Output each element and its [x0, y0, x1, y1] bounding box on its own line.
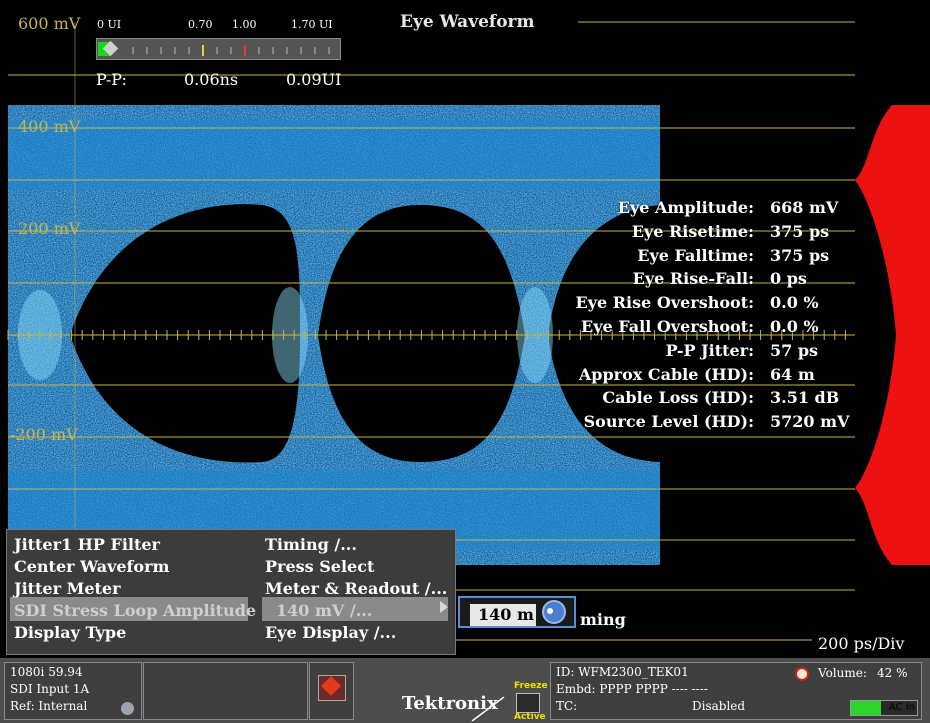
- alarm-warning-icon[interactable]: [318, 675, 346, 701]
- logo-swoosh-icon: [471, 696, 505, 722]
- readout-row: P-P Jitter: 57 ps: [560, 341, 860, 365]
- readout-row: Source Level (HD): 5720 mV: [560, 412, 860, 436]
- readout-label: Approx Cable (HD):: [578, 364, 754, 384]
- status-input: SDI Input 1A: [10, 682, 90, 696]
- readout-row: Cable Loss (HD): 3.51 dB: [560, 388, 860, 412]
- status-id: ID: WFM2300_TEK01: [556, 665, 689, 679]
- jitter-meter-bar: [96, 38, 341, 60]
- readout-label: Eye Risetime:: [631, 221, 754, 241]
- mute-icon[interactable]: [795, 667, 809, 681]
- ac-in-label: AC In: [888, 702, 915, 713]
- amplitude-histogram: [855, 105, 930, 565]
- status-led-icon: [121, 702, 134, 715]
- menu-item-value[interactable]: Press Select: [265, 557, 374, 576]
- status-empty-cell: [143, 662, 308, 720]
- timebase-label: 200 ps/Div: [818, 634, 905, 653]
- menu-item-label[interactable]: SDI Stress Loop Amplitude: [14, 601, 256, 620]
- status-embd: Embd: PPPP PPPP ---- ----: [556, 682, 708, 696]
- status-format: 1080i 59.94: [10, 665, 83, 679]
- volume-value: 42 %: [877, 666, 908, 680]
- readout-label: Eye Amplitude:: [617, 198, 754, 217]
- waveform-monitor-screen: Eye Waveform 600 mV 400 mV 200 mV -200 m…: [0, 0, 930, 723]
- status-tc-label: TC:: [556, 699, 578, 713]
- readout-value: 0 ps: [770, 269, 807, 289]
- readout-value: 375 ps: [770, 221, 830, 241]
- scale-label-200: 200 mV: [18, 219, 81, 238]
- page-title: Eye Waveform: [400, 12, 535, 32]
- menu-item-value[interactable]: Meter & Readout /...: [265, 579, 447, 598]
- scale-label-minus-200: -200 mV: [10, 425, 78, 444]
- status-tc-value: Disabled: [692, 699, 746, 713]
- jitter-meter-scale: 0 UI 0.70 1.00 1.70 UI: [96, 18, 346, 32]
- menu-item-value[interactable]: Timing /...: [265, 535, 357, 554]
- jitter-meter-ticks: [132, 45, 330, 56]
- jitter-tick-070: 0.70: [188, 18, 213, 31]
- readout-value: 375 ps: [770, 245, 830, 265]
- submenu-arrow-icon: [440, 601, 448, 613]
- readout-row: Eye Falltime: 375 ps: [560, 246, 860, 270]
- readout-label: Source Level (HD):: [583, 412, 754, 432]
- readout-label: Eye Falltime:: [637, 245, 754, 265]
- freeze-icon[interactable]: [516, 693, 540, 713]
- menu-item-label[interactable]: Display Type: [14, 623, 126, 642]
- scale-label-600: 600 mV: [18, 14, 81, 33]
- ac-in-meter: AC In: [850, 700, 918, 716]
- freeze-label: Freeze: [514, 681, 548, 691]
- volume-label: Volume:: [818, 666, 867, 680]
- timing-label-partial: ming: [580, 610, 626, 629]
- value-entry-field[interactable]: 140 m: [470, 604, 536, 626]
- jitter-tick-170: 1.70 UI: [291, 18, 333, 31]
- menu-item-label[interactable]: Center Waveform: [14, 557, 169, 576]
- readout-row: Eye Amplitude: 668 mV: [560, 198, 860, 222]
- readout-value: 668 mV: [770, 198, 839, 217]
- menu-item-value[interactable]: Eye Display /...: [265, 623, 396, 642]
- readout-label: Eye Fall Overshoot:: [581, 316, 754, 336]
- pp-ui: 0.09UI: [286, 70, 342, 89]
- readout-label: P-P Jitter:: [665, 340, 754, 360]
- readout-value: 64 m: [770, 364, 815, 384]
- readout-row: Eye Fall Overshoot: 0.0 %: [560, 317, 860, 341]
- readout-value: 3.51 dB: [770, 388, 840, 408]
- jitter-tick-100: 1.00: [232, 18, 257, 31]
- status-ref: Ref: Internal: [10, 699, 88, 713]
- menu-item-label[interactable]: Jitter Meter: [14, 579, 121, 598]
- readout-label: Eye Rise Overshoot:: [575, 293, 755, 313]
- readout-value: 0.0 %: [770, 316, 819, 336]
- scale-label-400: 400 mV: [18, 117, 81, 136]
- pp-time: 0.06ns: [184, 70, 239, 89]
- readout-label: Cable Loss (HD):: [602, 388, 754, 408]
- eye-readouts: Eye Amplitude: 668 mV Eye Risetime: 375 ps E…: [560, 198, 860, 436]
- menu-item-label[interactable]: Jitter1 HP Filter: [14, 535, 160, 554]
- readout-row: Eye Risetime: 375 ps: [560, 222, 860, 246]
- jitter-tick-0: 0 UI: [97, 18, 122, 31]
- pp-label: P-P:: [96, 70, 127, 89]
- readout-value: 57 ps: [770, 340, 819, 360]
- readout-value: 5720 mV: [770, 412, 850, 432]
- readout-label: Eye Rise-Fall:: [632, 269, 754, 289]
- readout-row: Eye Rise Overshoot: 0.0 %: [560, 293, 860, 317]
- readout-row: Eye Rise-Fall: 0 ps: [560, 269, 860, 293]
- active-label: Active: [514, 712, 546, 722]
- ac-in-fill: [851, 701, 881, 715]
- menu-item-value[interactable]: 140 mV /...: [276, 601, 372, 620]
- knob-icon[interactable]: [542, 600, 566, 624]
- readout-row: Approx Cable (HD): 64 m: [560, 365, 860, 389]
- readout-value: 0.0 %: [770, 293, 819, 313]
